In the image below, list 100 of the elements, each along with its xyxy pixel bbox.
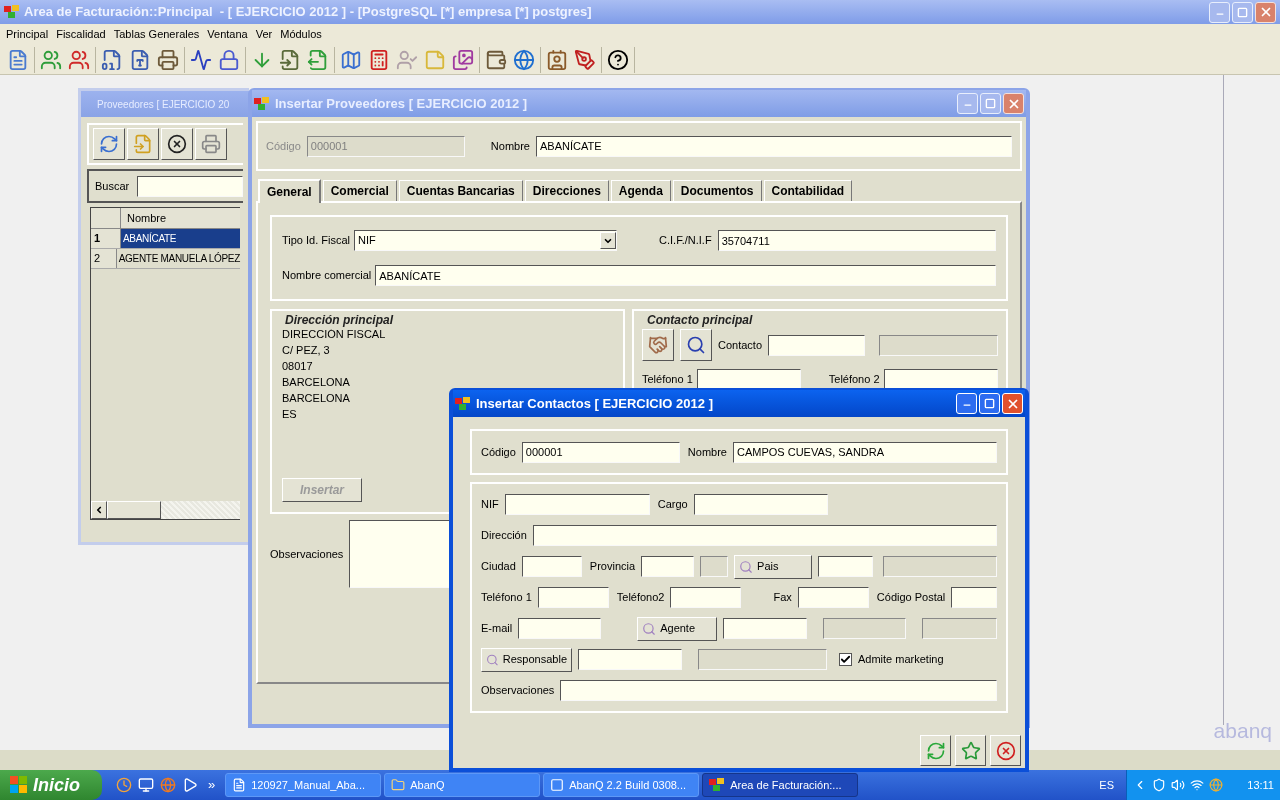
input-field[interactable] [578, 649, 682, 670]
menu-item[interactable]: Módulos [276, 26, 326, 43]
folder-icon [391, 778, 406, 792]
input-field[interactable] [560, 680, 997, 701]
maximize-icon [985, 98, 996, 109]
taskbar-button[interactable]: AbanQ 2.2 Build 0308... [543, 773, 700, 797]
close-button[interactable] [1255, 1, 1276, 23]
input-field[interactable] [518, 618, 602, 639]
overflow-button[interactable]: » [208, 775, 216, 795]
taskbar-button[interactable]: 120927_Manual_Aba... [225, 773, 382, 797]
input-field[interactable]: ABANÍCATE [536, 135, 1012, 157]
input-field[interactable]: 35704711 [717, 230, 996, 251]
search-button[interactable] [680, 329, 712, 361]
tab[interactable]: Agenda [610, 180, 671, 201]
cubes-icon [455, 396, 471, 411]
printer-icon[interactable] [157, 48, 179, 71]
new-button[interactable] [955, 735, 986, 766]
field-label: Buscar [95, 178, 130, 194]
map-icon[interactable] [340, 48, 362, 71]
menu-item[interactable]: Principal [2, 26, 53, 43]
input-field[interactable] [137, 175, 243, 197]
tab[interactable]: Comercial [322, 180, 397, 201]
menu-item[interactable]: Ver [251, 26, 277, 43]
menu-item[interactable]: Fiscalidad [52, 26, 110, 43]
search-button[interactable]: Agente [637, 616, 718, 641]
input-field[interactable] [696, 369, 801, 390]
tab[interactable]: Direcciones [524, 180, 609, 201]
taskbar-button[interactable]: Area de Facturación:... [702, 773, 859, 797]
help-icon[interactable] [607, 48, 629, 71]
search-button[interactable]: Pais [734, 554, 813, 579]
clock-icon[interactable] [116, 777, 132, 793]
input-field[interactable] [951, 587, 997, 608]
language-indicator[interactable]: ES [1099, 776, 1114, 794]
menu-item[interactable]: Tablas Generales [109, 26, 204, 43]
input-field[interactable] [521, 556, 582, 577]
shield-icon[interactable] [1152, 778, 1166, 792]
document-icon[interactable] [7, 48, 29, 71]
network-icon[interactable] [1190, 778, 1204, 792]
input-field[interactable] [723, 618, 808, 639]
chart-icon[interactable] [190, 48, 212, 71]
play-icon[interactable] [182, 777, 198, 793]
lock-icon[interactable] [218, 48, 240, 71]
scroll-left-button[interactable] [91, 501, 107, 519]
globe-icon[interactable] [513, 48, 535, 71]
menu-item[interactable]: Ventana [203, 26, 252, 43]
input-field[interactable]: ABANÍCATE [375, 265, 996, 286]
cancel-button[interactable] [990, 735, 1021, 766]
monitor-icon[interactable] [138, 777, 154, 793]
tool-button[interactable] [161, 128, 193, 160]
tool-button[interactable] [642, 329, 674, 361]
tab[interactable]: Documentos [672, 180, 762, 201]
address-line: BARCELONA [282, 391, 350, 405]
calculator-icon[interactable] [368, 48, 390, 71]
input-field[interactable]: 000001 [521, 441, 680, 463]
checkbox[interactable] [839, 653, 852, 666]
people-icon[interactable] [40, 48, 62, 71]
people-icon[interactable] [546, 48, 568, 71]
document-icon[interactable] [101, 48, 123, 71]
document-icon[interactable] [129, 48, 151, 71]
input-field[interactable] [883, 369, 998, 390]
wallet-icon[interactable] [485, 48, 507, 71]
tab[interactable]: Contabilidad [763, 180, 853, 201]
accept-button[interactable] [920, 735, 951, 766]
tool-button[interactable] [93, 128, 125, 160]
input-field[interactable] [818, 556, 874, 577]
tool-button[interactable] [195, 128, 227, 160]
window-title: Insertar Contactos [ EJERCICIO 2012 ] [476, 394, 713, 413]
document-icon[interactable] [307, 48, 329, 71]
tab[interactable]: Cuentas Bancarias [398, 180, 523, 201]
table-row[interactable]: 1 ABANÍCATE [91, 229, 240, 249]
input-field[interactable] [768, 334, 866, 356]
field-label: Cargo [657, 497, 688, 513]
close-button[interactable] [1003, 93, 1024, 114]
input-field[interactable] [641, 556, 695, 577]
tool-button[interactable] [127, 128, 159, 160]
search-button[interactable]: Responsable [481, 647, 572, 672]
input-field[interactable]: CAMPOS CUEVAS, SANDRA [733, 441, 997, 463]
input-field[interactable] [879, 334, 998, 356]
tab[interactable]: General [258, 179, 321, 203]
input-field[interactable] [797, 587, 869, 608]
taskbar-button[interactable]: AbanQ [384, 773, 541, 797]
input-field[interactable] [504, 494, 650, 515]
arrow-left-icon [94, 505, 104, 515]
address-line: C/ PEZ, 3 [282, 343, 330, 357]
table-row[interactable]: 2 AGENTE MANUELA LÓPEZ [91, 249, 240, 269]
document-icon[interactable] [279, 48, 301, 71]
row-number: 1 [91, 229, 121, 248]
people-icon[interactable] [68, 48, 90, 71]
start-button[interactable]: Inicio [0, 770, 102, 800]
input-field[interactable] [532, 525, 997, 546]
document-icon [232, 778, 247, 792]
input-field[interactable] [693, 494, 828, 515]
field-label: Observaciones [270, 546, 344, 562]
input-field[interactable] [537, 587, 609, 608]
dropdown[interactable]: NIF [354, 230, 618, 251]
address-line: ES [282, 407, 297, 421]
speaker-icon[interactable] [1171, 778, 1185, 792]
pen-icon[interactable] [574, 48, 596, 71]
input-field[interactable] [670, 587, 742, 608]
scrollbar-thumb[interactable] [107, 501, 161, 519]
